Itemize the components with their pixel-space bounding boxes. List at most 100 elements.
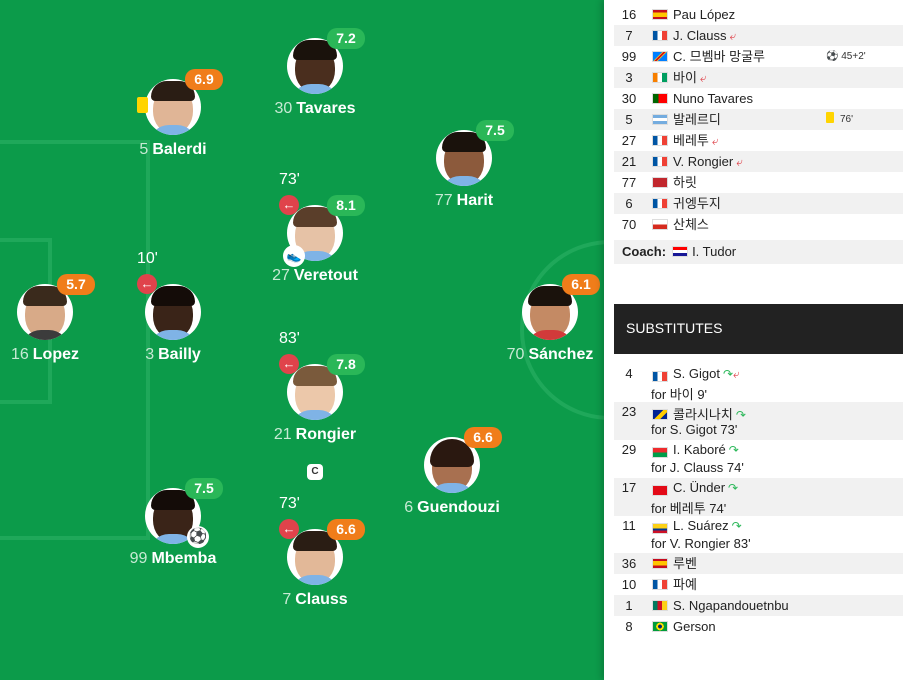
shirt-number: 5 (625, 112, 633, 127)
flag-france-icon (652, 156, 668, 167)
rating-badge: 7.5 (185, 478, 223, 499)
lineup-row[interactable]: 5 발레르디 76' (614, 109, 903, 130)
substitution-detail: for J. Clauss 74' (651, 460, 744, 475)
player-name-label: 6 Guendouzi (404, 499, 500, 516)
ball-icon: ⚽ (826, 51, 839, 62)
player-link[interactable]: 하릿 (673, 172, 697, 193)
unused-sub-row[interactable]: 10 파예 (614, 574, 903, 595)
unused-sub-row[interactable]: 1 S. Ngapandouetnbu (614, 595, 903, 616)
player-mbemba[interactable]: 7.5 ⚽ 99 Mbemba (103, 478, 243, 598)
player-link[interactable]: 루벤 (673, 553, 697, 574)
player-rongier[interactable]: 83' ← 7.8 21 Rongier C (245, 330, 385, 480)
player-link[interactable]: Nuno Tavares (673, 88, 753, 109)
player-link[interactable]: I. Kaboré ↷ (673, 442, 739, 457)
player-name-label: 77 Harit (434, 192, 494, 209)
shirt-number: 30 (621, 91, 637, 106)
substitute-row[interactable]: 4 S. Gigot ↷⤶ for 바이 9' (614, 364, 903, 402)
substitution-detail: for 베레투 74' (651, 501, 727, 516)
rating-badge: 6.6 (327, 519, 365, 540)
flag-colombia-icon (652, 523, 668, 534)
flag-france-icon (652, 198, 668, 209)
rating-badge: 7.8 (327, 354, 365, 375)
unused-sub-row[interactable]: 8 Gerson (614, 616, 903, 637)
player-guendouzi[interactable]: 6.6 6 Guendouzi (382, 427, 522, 547)
substitute-row[interactable]: 23 콜라시나치 ↷ for S. Gigot 73' (614, 402, 903, 440)
pitch: 7.2 30 Tavares 6.9 5 Balerdi 7.5 77 Harit 7… (0, 0, 604, 680)
player-sanchez[interactable]: 6.1 70 Sánchez (480, 274, 604, 394)
flag-argentina-icon (652, 114, 668, 125)
coach-name[interactable]: I. Tudor (692, 244, 736, 259)
player-link[interactable]: V. Rongier ⤶ (673, 151, 743, 173)
player-link[interactable]: 귀엥두지 (673, 193, 721, 214)
player-link[interactable]: J. Clauss ⤶ (673, 25, 736, 47)
player-link[interactable]: S. Gigot ↷⤶ (673, 366, 740, 382)
player-link[interactable]: C. 므벰바 망굴루 (673, 46, 765, 67)
shirt-number: 21 (621, 154, 637, 169)
player-link[interactable]: C. Ünder ↷ (673, 480, 738, 495)
player-link[interactable]: S. Ngapandouetnbu (673, 595, 789, 616)
shirt-number: 8 (625, 619, 633, 634)
lineup-row[interactable]: 6 귀엥두지 (614, 193, 903, 214)
card-event: 76' (826, 109, 853, 130)
sub-minute: 83' (279, 330, 300, 347)
player-link[interactable]: 파예 (673, 574, 697, 595)
substitutes-header: SUBSTITUTES (614, 304, 903, 354)
player-clauss[interactable]: 73' ← 6.6 7 Clauss (245, 495, 385, 639)
player-veretout[interactable]: 73' ← 8.1 👟 27 Veretout (245, 171, 385, 315)
player-lopez[interactable]: 5.7 16 Lopez (0, 274, 115, 394)
player-name-label: 16 Lopez (10, 346, 79, 363)
player-balerdi[interactable]: 6.9 5 Balerdi (103, 69, 243, 189)
player-link[interactable]: L. Suárez ↷ (673, 518, 742, 533)
flag-brazil-icon (652, 621, 668, 632)
substitution-detail: for V. Rongier 83' (651, 536, 751, 551)
player-link[interactable]: 콜라시나치 ↷ (673, 404, 746, 423)
substitute-row[interactable]: 17 C. Ünder ↷ for 베레투 74' (614, 478, 903, 516)
player-name-label: 5 Balerdi (139, 141, 207, 158)
sub-out-arrow-icon: ⤶ (736, 155, 743, 169)
lineup-row[interactable]: 21 V. Rongier ⤶ (614, 151, 903, 172)
sub-in-arrow-icon: ↷ (731, 519, 742, 533)
lineup-row[interactable]: 3 바이 ⤶ (614, 67, 903, 88)
player-link[interactable]: 발레르디 (673, 109, 721, 130)
rating-badge: 6.9 (185, 69, 223, 90)
flag-france-icon (652, 579, 668, 590)
shirt-number: 4 (625, 366, 633, 381)
substitute-row[interactable]: 29 I. Kaboré ↷ for J. Clauss 74' (614, 440, 903, 478)
lineup-row[interactable]: 27 베레투 ⤶ (614, 130, 903, 151)
flag-portugal-icon (652, 93, 668, 104)
player-link[interactable]: Pau López (673, 4, 735, 25)
flag-morocco-icon (652, 177, 668, 188)
lineup-row[interactable]: 30 Nuno Tavares (614, 88, 903, 109)
flag-spain-icon (652, 558, 668, 569)
substitute-row[interactable]: 11 L. Suárez ↷ for V. Rongier 83' (614, 516, 903, 554)
player-link[interactable]: 산체스 (673, 214, 709, 235)
shirt-number: 3 (625, 70, 633, 85)
player-tavares[interactable]: 7.2 30 Tavares (245, 28, 385, 148)
assist-boot-icon: 👟 (283, 245, 305, 267)
player-link[interactable]: Gerson (673, 616, 716, 637)
player-link[interactable]: 베레투 ⤶ (673, 130, 719, 152)
lineup-row[interactable]: 7 J. Clauss ⤶ (614, 25, 903, 46)
player-bailly[interactable]: 10' ← 3 Bailly (103, 250, 243, 394)
shirt-number: 70 (621, 217, 637, 232)
unused-sub-row[interactable]: 36 루벤 (614, 553, 903, 574)
sub-in-arrow-icon: ↷ (728, 443, 739, 457)
lineup-row[interactable]: 99 C. 므벰바 망굴루 ⚽ 45+2' (614, 46, 903, 67)
sub-out-arrow-icon: ⤶ (733, 367, 740, 381)
shirt-number: 17 (621, 480, 637, 495)
sub-out-arrow-icon: ⤶ (711, 134, 719, 148)
sub-minute: 73' (279, 495, 300, 512)
lineup-row[interactable]: 77 하릿 (614, 172, 903, 193)
player-harit[interactable]: 7.5 77 Harit (394, 120, 534, 240)
sub-in-arrow-icon: ↷ (728, 481, 739, 495)
shirt-number: 16 (621, 7, 637, 22)
lineup-row[interactable]: 70 산체스 (614, 214, 903, 235)
flag-france-icon (652, 30, 668, 41)
lineup-row[interactable]: 16 Pau López (614, 4, 903, 25)
substitution-detail: for S. Gigot 73' (651, 422, 738, 437)
player-name-label: 3 Bailly (145, 346, 201, 363)
player-link[interactable]: 바이 ⤶ (673, 67, 707, 89)
player-photo (145, 284, 201, 340)
player-name-label: 7 Clauss (282, 591, 348, 608)
lineup-panel: 16 Pau López 7 J. Clauss ⤶ 99 C. 므벰바 망굴루 … (604, 0, 903, 680)
